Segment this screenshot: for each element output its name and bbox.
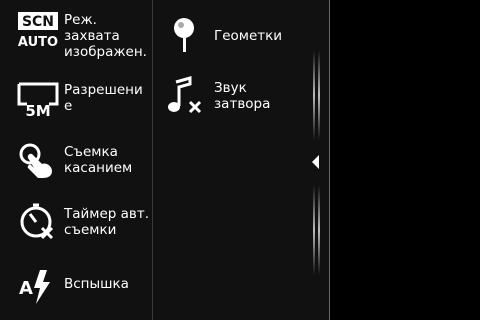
setting-self-timer[interactable]: Таймер авт. съемки — [16, 200, 150, 250]
setting-touch-shot[interactable]: Съемка касанием — [16, 140, 150, 188]
column-divider — [152, 0, 153, 320]
grip-line — [313, 50, 315, 140]
setting-label: Разрешени е — [64, 82, 143, 114]
setting-label: Съемка касанием — [64, 144, 133, 176]
shutter-sound-off-icon — [164, 74, 208, 118]
grip-line — [318, 185, 320, 275]
self-timer-off-icon — [16, 200, 60, 244]
setting-label: Реж. захвата изображен. — [64, 12, 147, 60]
panel-edge — [329, 0, 330, 320]
grip-line — [313, 185, 315, 275]
setting-capture-mode[interactable]: SCN AUTO Реж. захвата изображен. — [16, 8, 150, 64]
flash-auto-icon: A — [16, 266, 60, 310]
setting-label: Звук затвора — [214, 80, 271, 112]
setting-geotag[interactable]: Геометки — [164, 14, 298, 58]
svg-text:AUTO: AUTO — [18, 35, 58, 50]
svg-text:A: A — [19, 278, 33, 299]
setting-shutter-sound[interactable]: Звук затвора — [164, 74, 298, 122]
collapse-handle[interactable] — [300, 0, 330, 320]
scene-auto-icon: SCN AUTO — [16, 8, 60, 52]
collapse-arrow-left-icon — [312, 155, 319, 169]
svg-text:SCN: SCN — [22, 14, 54, 30]
setting-label: Таймер авт. съемки — [64, 206, 150, 238]
setting-flash[interactable]: A Вспышка — [16, 266, 150, 306]
touch-shot-icon — [16, 140, 60, 184]
setting-label: Вспышка — [64, 276, 129, 292]
resolution-5m-icon: 5M — [16, 76, 60, 120]
setting-resolution[interactable]: 5M Разрешени е — [16, 76, 150, 126]
grip-line — [318, 50, 320, 140]
setting-label: Геометки — [214, 28, 283, 44]
camera-settings-panel: SCN AUTO Реж. захвата изображен. 5M Разр… — [0, 0, 330, 320]
svg-text:5M: 5M — [25, 102, 50, 120]
geotag-pin-icon — [164, 14, 208, 58]
